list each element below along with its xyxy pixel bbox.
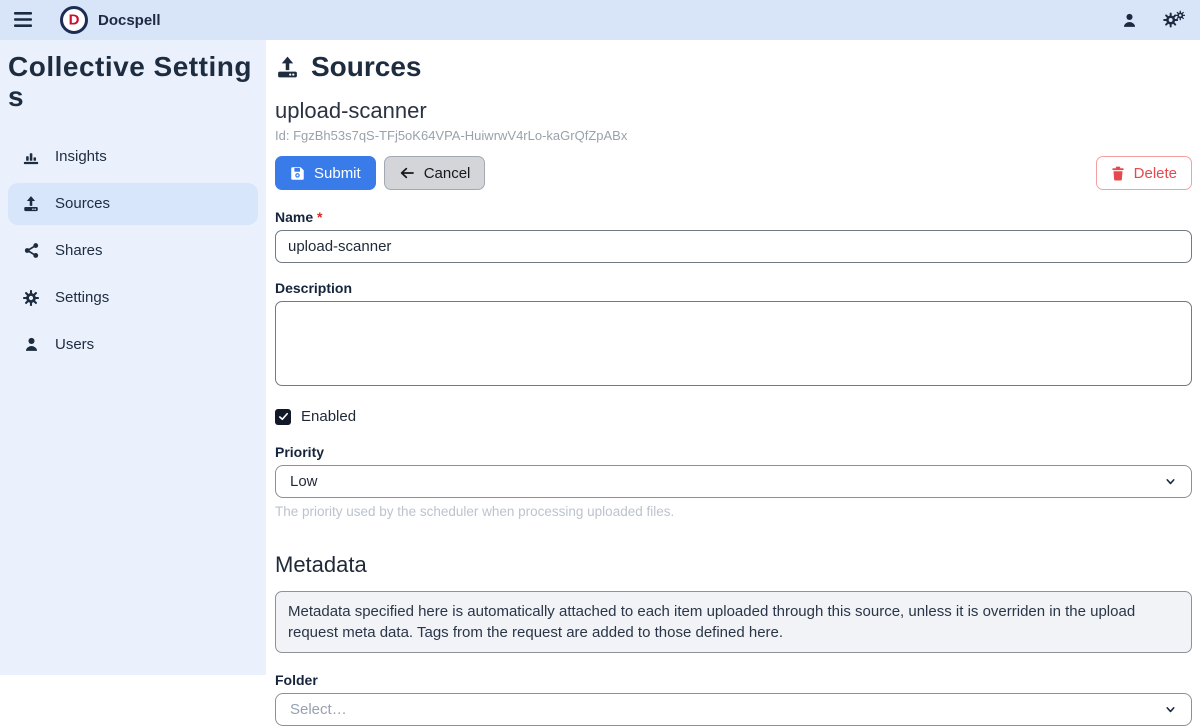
top-bar: D Docspell bbox=[0, 0, 1200, 40]
trash-icon bbox=[1111, 166, 1125, 181]
sidebar-item-label: Insights bbox=[55, 148, 107, 165]
app-name: Docspell bbox=[98, 12, 161, 29]
bar-chart-icon bbox=[21, 148, 41, 166]
user-icon bbox=[21, 336, 41, 353]
priority-selected-value: Low bbox=[290, 473, 318, 490]
arrow-left-icon bbox=[399, 166, 415, 180]
action-button-row: Submit Cancel bbox=[275, 156, 1192, 190]
submit-button[interactable]: Submit bbox=[275, 156, 376, 190]
hamburger-menu-icon[interactable] bbox=[14, 12, 34, 28]
cancel-button-label: Cancel bbox=[424, 165, 471, 182]
main-content: Sources upload-scanner Id: FgzBh53s7qS-T… bbox=[266, 40, 1200, 675]
page-title: Sources bbox=[311, 51, 422, 83]
user-account-icon[interactable] bbox=[1121, 12, 1138, 29]
priority-hint: The priority used by the scheduler when … bbox=[275, 504, 1192, 519]
gear-icon bbox=[21, 289, 41, 307]
upload-icon bbox=[275, 55, 300, 80]
cogs-icon[interactable] bbox=[1162, 10, 1186, 30]
submit-button-label: Submit bbox=[314, 165, 361, 182]
save-icon bbox=[290, 166, 305, 181]
chevron-down-icon bbox=[1164, 703, 1177, 716]
delete-button-label: Delete bbox=[1134, 165, 1177, 182]
sidebar-item-label: Shares bbox=[55, 242, 103, 259]
sidebar-item-settings[interactable]: Settings bbox=[8, 277, 258, 319]
name-input[interactable] bbox=[275, 230, 1192, 263]
folder-select[interactable]: Select… bbox=[275, 693, 1192, 726]
folder-label: Folder bbox=[275, 672, 1192, 688]
required-asterisk: * bbox=[317, 209, 322, 225]
name-label: Name * bbox=[275, 209, 1192, 225]
metadata-note: Metadata specified here is automatically… bbox=[275, 591, 1192, 653]
sidebar-item-sources[interactable]: Sources bbox=[8, 183, 258, 225]
enabled-label: Enabled bbox=[301, 408, 356, 425]
description-label: Description bbox=[275, 280, 1192, 296]
app-logo[interactable]: D Docspell bbox=[60, 6, 161, 34]
source-name: upload-scanner bbox=[275, 98, 1192, 124]
sidebar-item-label: Users bbox=[55, 336, 94, 353]
folder-placeholder: Select… bbox=[290, 701, 347, 718]
metadata-section-title: Metadata bbox=[275, 552, 1192, 578]
enabled-checkbox[interactable] bbox=[275, 409, 291, 425]
sidebar-item-label: Settings bbox=[55, 289, 109, 306]
sidebar-title: Collective Settings bbox=[8, 52, 258, 112]
upload-icon bbox=[21, 195, 41, 213]
share-nodes-icon bbox=[21, 242, 41, 259]
sidebar-item-insights[interactable]: Insights bbox=[8, 136, 258, 178]
delete-button[interactable]: Delete bbox=[1096, 156, 1192, 190]
priority-select[interactable]: Low bbox=[275, 465, 1192, 498]
sidebar: Collective Settings Insights Sources bbox=[0, 40, 266, 675]
topbar-actions bbox=[1121, 10, 1186, 30]
sidebar-item-users[interactable]: Users bbox=[8, 324, 258, 366]
page-header: Sources bbox=[275, 51, 1192, 83]
cancel-button[interactable]: Cancel bbox=[384, 156, 486, 190]
description-textarea[interactable] bbox=[275, 301, 1192, 386]
chevron-down-icon bbox=[1164, 475, 1177, 488]
docspell-logo-icon: D bbox=[60, 6, 88, 34]
logo-letter: D bbox=[69, 12, 80, 27]
sidebar-item-shares[interactable]: Shares bbox=[8, 230, 258, 272]
sidebar-item-label: Sources bbox=[55, 195, 110, 212]
priority-label: Priority bbox=[275, 444, 1192, 460]
enabled-field: Enabled bbox=[275, 408, 1192, 425]
source-id: Id: FgzBh53s7qS-TFj5oK64VPA-HuiwrwV4rLo-… bbox=[275, 128, 1192, 143]
